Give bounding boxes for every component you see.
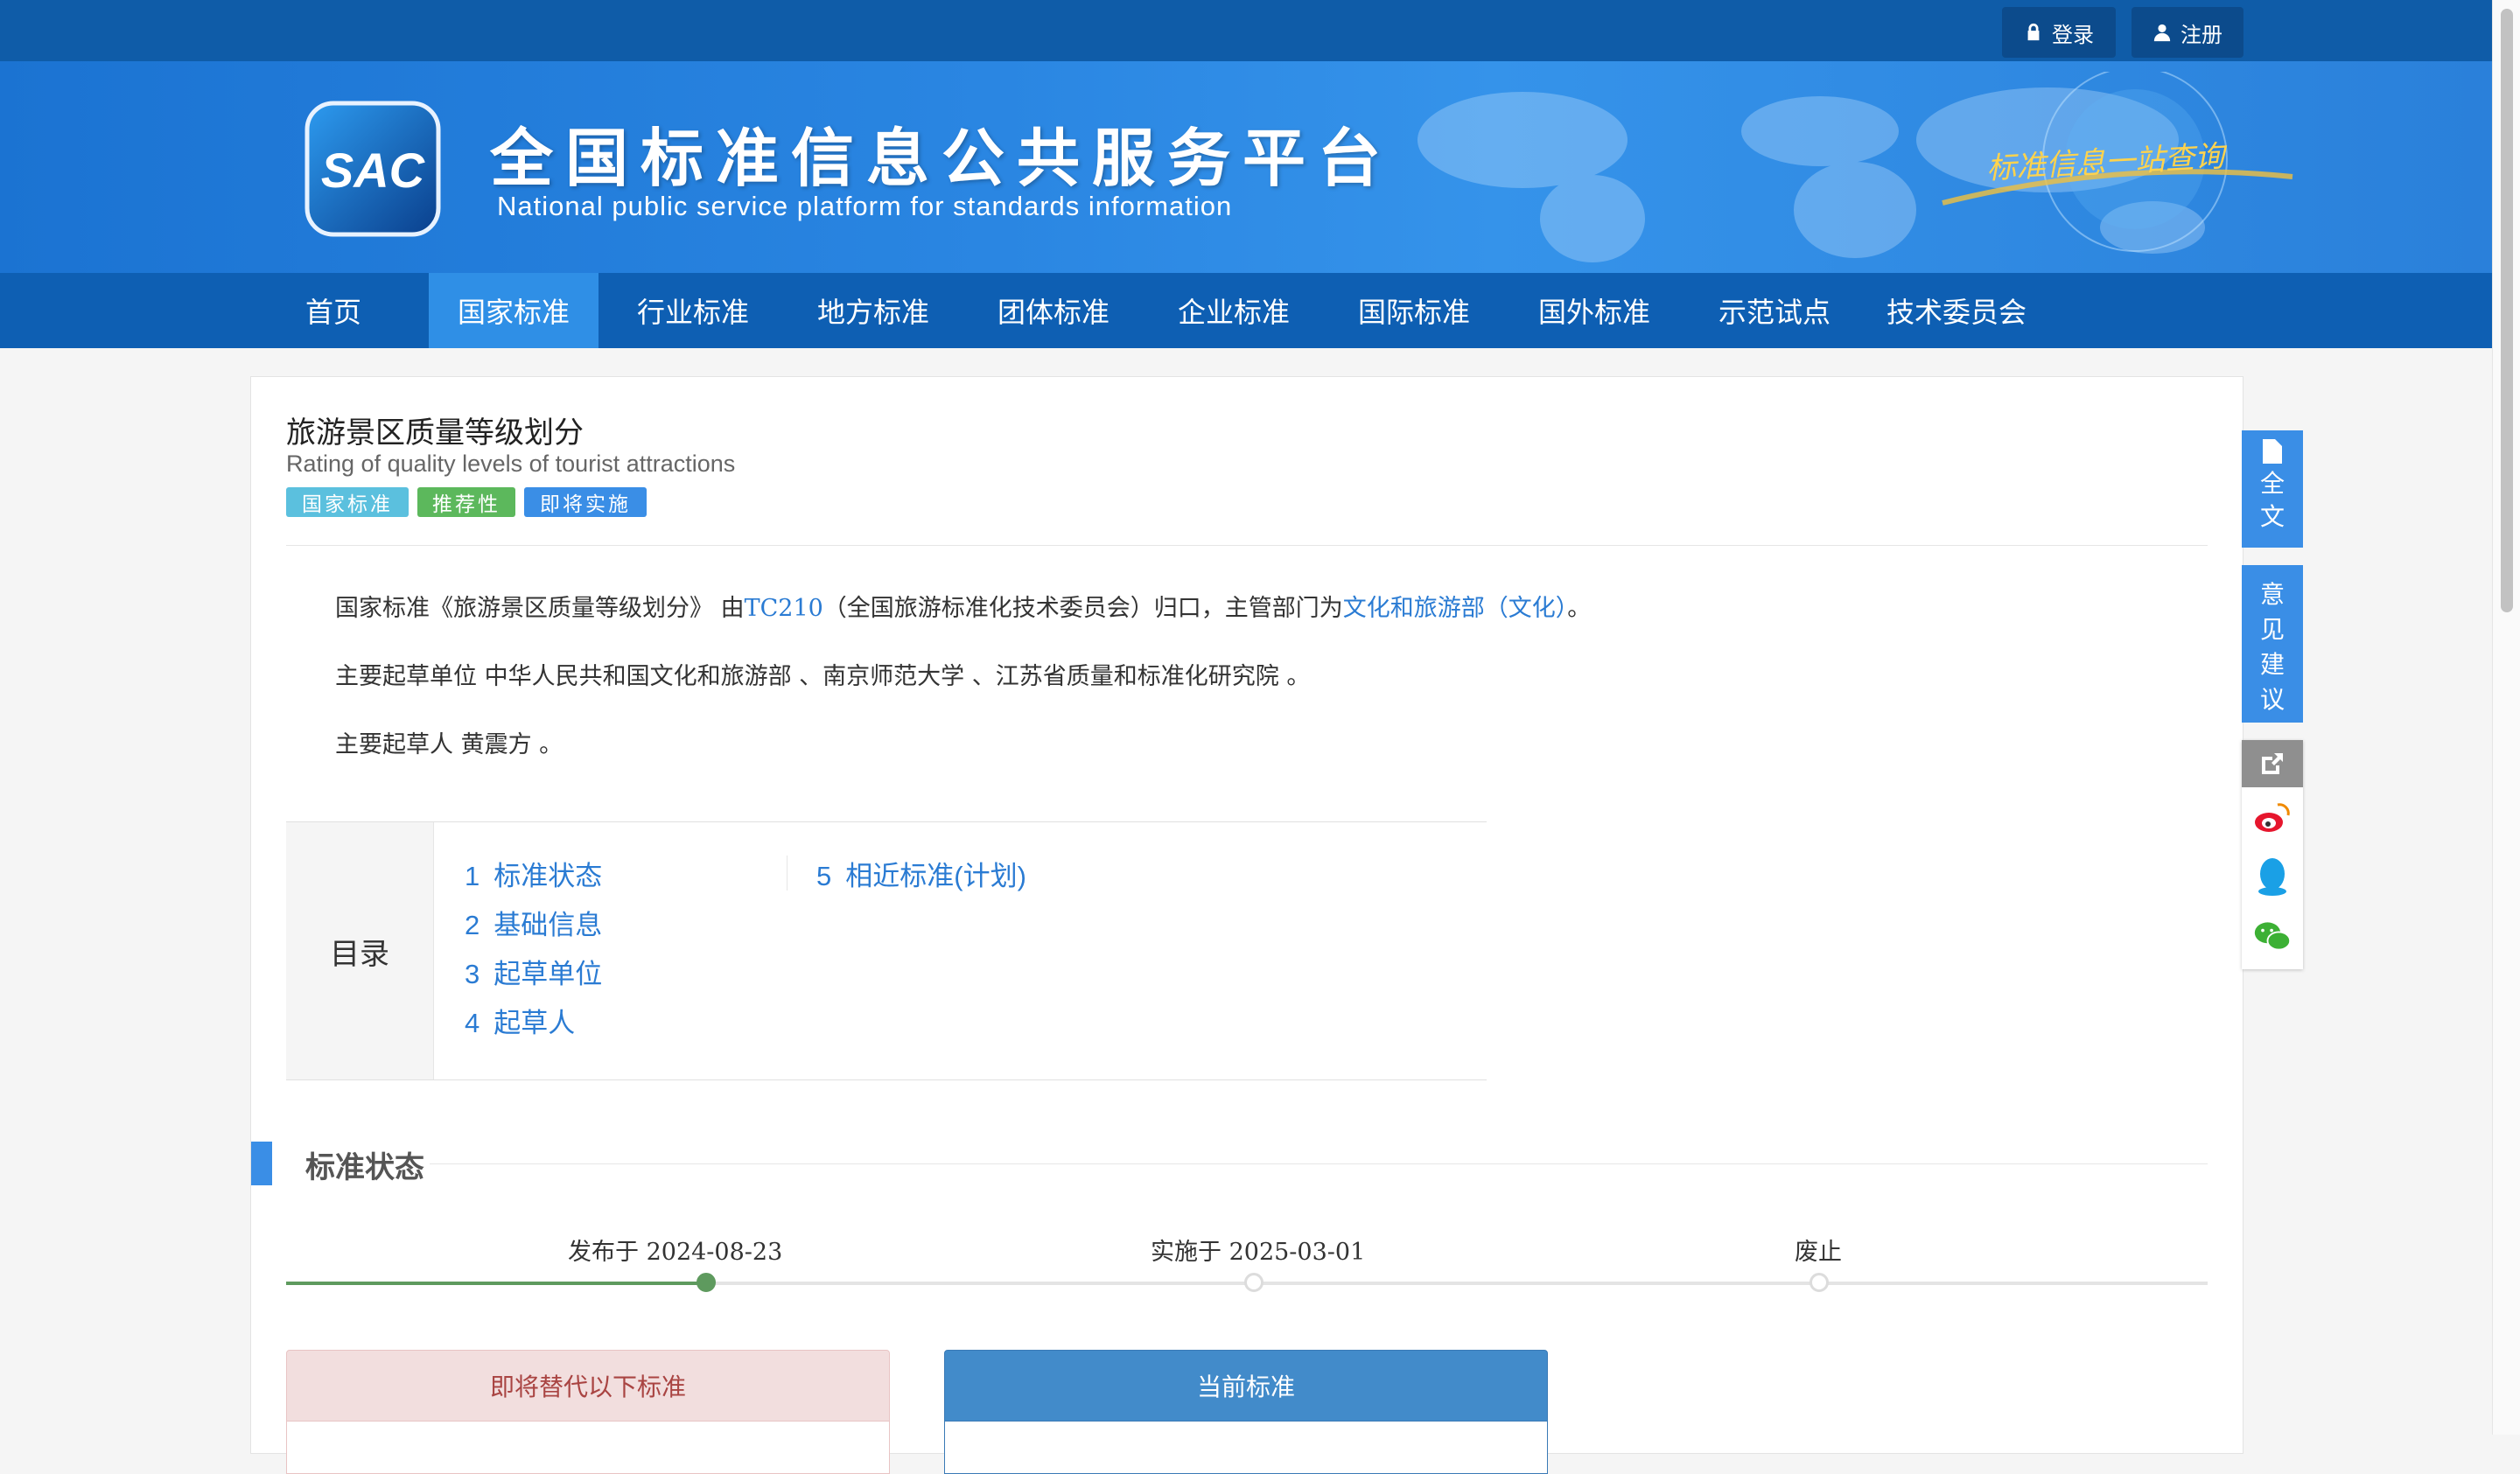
sac-logo: SAC xyxy=(304,101,441,237)
standard-title-cn: 旅游景区质量等级划分 xyxy=(286,416,584,450)
standard-detail-card: 旅游景区质量等级划分 Rating of quality levels of t… xyxy=(250,376,2244,1474)
nav-item-pilot[interactable]: 示范试点 xyxy=(1701,273,1848,348)
standard-title-en: Rating of quality levels of tourist attr… xyxy=(286,451,736,477)
main-nav: 首页 国家标准 行业标准 地方标准 团体标准 企业标准 国际标准 国外标准 示范… xyxy=(0,273,2492,348)
committee-link[interactable]: TC210 xyxy=(745,595,823,622)
nav-item-enterprise[interactable]: 企业标准 xyxy=(1160,273,1307,348)
page-scrollbar[interactable] xyxy=(2492,0,2520,1435)
fulltext-label: 全文 xyxy=(2259,470,2285,530)
replaced-standards-body xyxy=(286,1422,890,1474)
nav-item-industry[interactable]: 行业标准 xyxy=(620,273,766,348)
svg-text:SAC: SAC xyxy=(321,143,426,198)
table-of-contents: 目录 1 标准状态 2 基础信息 3 起草单位 4 起草人 5 相近标准(计划) xyxy=(286,821,1487,1080)
toc-item-status[interactable]: 1 标准状态 xyxy=(465,854,602,893)
intro-line-committee: 国家标准《旅游景区质量等级划分》 由TC210（全国旅游标准化技术委员会）归口，… xyxy=(335,595,1592,622)
section-marker xyxy=(251,1142,272,1185)
timeline-dot-published xyxy=(696,1273,716,1292)
site-subtitle: National public service platform for sta… xyxy=(497,191,1233,221)
register-label: 注册 xyxy=(2180,23,2222,47)
timeline-label-published: 发布于 2024-08-23 xyxy=(568,1239,783,1266)
toc-item-basic-info[interactable]: 2 基础信息 xyxy=(465,903,602,942)
timeline-progress xyxy=(286,1282,706,1285)
lock-icon xyxy=(2027,23,2040,41)
toc-item-similar-standards[interactable]: 5 相近标准(计划) xyxy=(816,854,1026,893)
wechat-icon[interactable] xyxy=(2253,917,2292,955)
site-title: 全国标准信息公共服务平台 xyxy=(490,122,1394,195)
nav-item-international[interactable]: 国际标准 xyxy=(1340,273,1488,348)
weibo-icon[interactable] xyxy=(2253,798,2292,836)
site-banner: SAC 全国标准信息公共服务平台 National public service… xyxy=(0,61,2492,273)
toc-item-drafting-units[interactable]: 3 起草单位 xyxy=(465,952,602,991)
scrollbar-thumb[interactable] xyxy=(2501,9,2513,612)
timeline-label-abolished: 废止 xyxy=(1795,1239,1842,1266)
timeline-dot-abolished xyxy=(1810,1273,1829,1292)
nav-item-group[interactable]: 团体标准 xyxy=(980,273,1127,348)
intro-line-drafting-units: 主要起草单位 中华人民共和国文化和旅游部 、南京师范大学 、江苏省质量和标准化研… xyxy=(335,663,1311,690)
tag-national: 国家标准 xyxy=(286,487,409,517)
timeline-dot-implemented xyxy=(1244,1273,1264,1292)
nav-item-home[interactable]: 首页 xyxy=(289,273,378,348)
divider xyxy=(286,545,2208,546)
department-link[interactable]: 文化和旅游部（文化） xyxy=(1343,595,1568,622)
nav-item-foreign[interactable]: 国外标准 xyxy=(1521,273,1668,348)
replaced-standards-header: 即将替代以下标准 xyxy=(286,1350,890,1422)
tag-upcoming: 即将实施 xyxy=(524,487,647,517)
share-panel xyxy=(2242,740,2303,969)
timeline-label-implemented: 实施于 2025-03-01 xyxy=(1151,1239,1366,1266)
nav-item-national[interactable]: 国家标准 xyxy=(429,273,598,348)
login-label: 登录 xyxy=(2052,23,2094,47)
nav-item-committee[interactable]: 技术委员会 xyxy=(1881,273,2032,348)
document-icon xyxy=(2263,439,2282,464)
current-standard-header: 当前标准 xyxy=(944,1350,1548,1422)
feedback-button[interactable]: 意见建议 xyxy=(2242,565,2303,723)
user-icon xyxy=(2153,24,2171,42)
toc-column-divider xyxy=(787,856,788,891)
toc-item-drafters[interactable]: 4 起草人 xyxy=(465,1001,575,1040)
register-button[interactable]: 注册 xyxy=(2132,7,2244,58)
fulltext-button[interactable]: 全文 xyxy=(2242,430,2303,548)
feedback-label: 意见建议 xyxy=(2259,581,2285,713)
section-line xyxy=(430,1163,2208,1164)
login-button[interactable]: 登录 xyxy=(2002,7,2116,58)
top-utility-bar: 登录 注册 xyxy=(0,0,2492,61)
tag-recommended: 推荐性 xyxy=(417,487,515,517)
section-title-status: 标准状态 xyxy=(305,1151,424,1184)
intro-line-drafters: 主要起草人 黄震方 。 xyxy=(335,731,564,758)
share-toggle[interactable] xyxy=(2242,740,2303,787)
current-standard-body xyxy=(944,1422,1548,1474)
nav-item-local[interactable]: 地方标准 xyxy=(800,273,947,348)
qq-icon[interactable] xyxy=(2253,857,2292,896)
share-icon xyxy=(2262,753,2283,774)
toc-label: 目录 xyxy=(286,822,434,1079)
